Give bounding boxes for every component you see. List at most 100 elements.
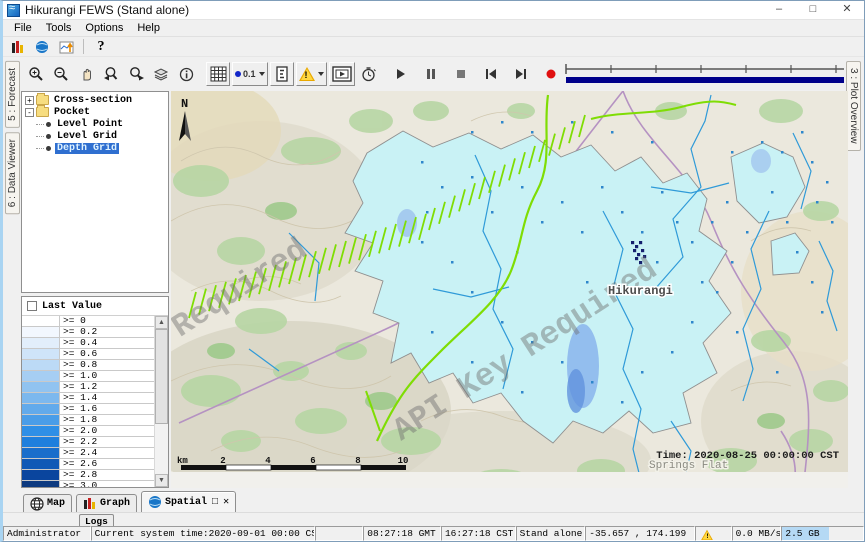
tab-close-button[interactable]: ✕ <box>223 496 229 508</box>
zoom-out-button[interactable] <box>49 62 73 86</box>
zoom-next-button[interactable] <box>124 62 148 86</box>
status-spacer <box>315 526 364 541</box>
time-series-dialog-button[interactable] <box>55 37 77 56</box>
timeline-slider[interactable] <box>563 62 865 86</box>
pause-button[interactable] <box>419 62 443 86</box>
menu-file[interactable]: File <box>7 21 39 35</box>
map-viewport[interactable]: API Key Required API Key Required N Hiku… <box>171 91 848 488</box>
legend-value-label: >= 2.4 <box>60 448 154 458</box>
record-button[interactable] <box>539 62 563 86</box>
status-local-time: 16:27:18 CST <box>441 526 516 541</box>
svg-text:6: 6 <box>310 456 315 466</box>
tab-spatial[interactable]: Spatial□✕ <box>141 491 236 512</box>
grid-button[interactable] <box>206 62 230 86</box>
layer-tree: +Cross-section-PocketLevel PointLevel Gr… <box>21 91 169 293</box>
legend-value-label: >= 0.4 <box>60 338 154 348</box>
pan-button[interactable] <box>74 62 98 86</box>
help-button[interactable]: ? <box>90 37 112 56</box>
skip-start-button[interactable] <box>479 62 503 86</box>
tree-connector <box>36 124 44 125</box>
legend-value-label: >= 1.2 <box>60 382 154 392</box>
legend-color-swatch <box>22 426 60 436</box>
tree-item-label: Pocket <box>52 107 92 118</box>
decimal-button[interactable]: 0.1 <box>232 62 268 86</box>
toolbar-separator <box>83 39 84 54</box>
tab-map[interactable]: Map <box>23 494 72 512</box>
tree-item-level-grid[interactable]: Level Grid <box>22 130 168 142</box>
expander-icon[interactable]: + <box>25 96 34 105</box>
bar-chart-icon <box>83 497 97 510</box>
spatial-display-button[interactable] <box>31 37 53 56</box>
menu-help[interactable]: Help <box>130 21 167 35</box>
map-canvas[interactable]: API Key Required API Key Required N Hiku… <box>171 91 848 488</box>
svg-text:2: 2 <box>220 456 225 466</box>
legend-value-label: >= 0.8 <box>60 360 154 370</box>
menu-tools[interactable]: Tools <box>39 21 79 35</box>
zoom-in-button[interactable] <box>24 62 48 86</box>
legend-value-label: >= 2.6 <box>60 459 154 469</box>
menu-options[interactable]: Options <box>78 21 130 35</box>
legend-value-label: >= 0 <box>60 316 154 326</box>
globe-blue-icon <box>148 495 162 509</box>
maximize-button[interactable]: □ <box>796 1 830 19</box>
tab-label: Graph <box>100 498 130 509</box>
status-network-speed: 0.0 MB/s <box>732 526 782 541</box>
tab-restore-button[interactable]: □ <box>212 497 218 508</box>
panel-tab-6-data-viewer[interactable]: 6 : Data Viewer <box>5 132 20 214</box>
scroll-thumb[interactable] <box>155 329 168 424</box>
legend-color-swatch <box>22 470 60 480</box>
status-text: 2.5 GB <box>785 528 819 539</box>
warning-icon[interactable] <box>701 530 713 541</box>
skip-end-button[interactable] <box>509 62 533 86</box>
legend-color-swatch <box>22 382 60 392</box>
tab-graph[interactable]: Graph <box>76 494 137 512</box>
scroll-up-icon[interactable]: ▲ <box>155 316 168 329</box>
legend-color-swatch <box>22 393 60 403</box>
legend-color-swatch <box>22 316 60 326</box>
scroll-track[interactable] <box>155 329 168 474</box>
layers-button[interactable] <box>149 62 173 86</box>
panel-tab-5-forecast[interactable]: 5 : Forecast <box>5 61 20 128</box>
status-text: 0.0 MB/s <box>736 528 782 539</box>
map-toolbar: 0.1 2020-08-25 00:00:00 CST <box>21 57 844 91</box>
status-user: Administrator <box>3 526 91 541</box>
close-button[interactable]: ✕ <box>830 1 864 19</box>
timer-button[interactable] <box>357 62 381 86</box>
last-value-checkbox[interactable] <box>27 301 37 311</box>
tree-item-depth-grid[interactable]: Depth Grid <box>22 142 168 154</box>
database-viewer-button[interactable] <box>7 37 29 56</box>
minimize-button[interactable]: – <box>762 1 796 19</box>
bullet-icon <box>46 134 51 139</box>
zoom-previous-button[interactable] <box>99 62 123 86</box>
scroll-down-icon[interactable]: ▼ <box>155 474 168 487</box>
legend-value-label: >= 1.6 <box>60 404 154 414</box>
application-window: Hikurangi FEWS (Stand alone) – □ ✕ FileT… <box>0 0 865 542</box>
panel-tab-3-plot-overview[interactable]: 3 : Plot Overview <box>846 61 861 151</box>
legend-row[interactable]: >= 3.0 <box>22 481 154 487</box>
presentation-button[interactable] <box>329 62 355 86</box>
stop-button[interactable] <box>449 62 473 86</box>
status-memory: 2.5 GB <box>781 526 864 541</box>
legend-color-swatch <box>22 437 60 447</box>
title-bar: Hikurangi FEWS (Stand alone) – □ ✕ <box>3 1 864 20</box>
legend-toggle-button[interactable] <box>270 62 294 86</box>
expander-icon[interactable]: - <box>25 108 34 117</box>
legend-color-swatch <box>22 338 60 348</box>
legend-color-swatch <box>22 481 60 487</box>
tab-label: Map <box>47 498 65 509</box>
info-button[interactable] <box>174 62 198 86</box>
timeline-range-bar[interactable] <box>566 77 865 83</box>
status-warning <box>695 526 732 541</box>
status-text: Administrator <box>7 528 81 539</box>
warnings-button[interactable] <box>296 62 327 86</box>
window-title: Hikurangi FEWS (Stand alone) <box>25 3 189 17</box>
last-value-label: Last Value <box>42 301 102 312</box>
legend-scrollbar[interactable]: ▲ ▼ <box>154 316 168 487</box>
tree-item-level-point[interactable]: Level Point <box>22 118 168 130</box>
legend-panel: Last Value >= 0>= 0.2>= 0.4>= 0.6>= 0.8>… <box>21 296 169 488</box>
legend-list: >= 0>= 0.2>= 0.4>= 0.6>= 0.8>= 1.0>= 1.2… <box>22 316 154 487</box>
legend-value-label: >= 2.2 <box>60 437 154 447</box>
tree-connector <box>36 148 44 149</box>
tree-item-pocket[interactable]: - Pocket <box>22 106 168 118</box>
play-button[interactable] <box>389 62 413 86</box>
